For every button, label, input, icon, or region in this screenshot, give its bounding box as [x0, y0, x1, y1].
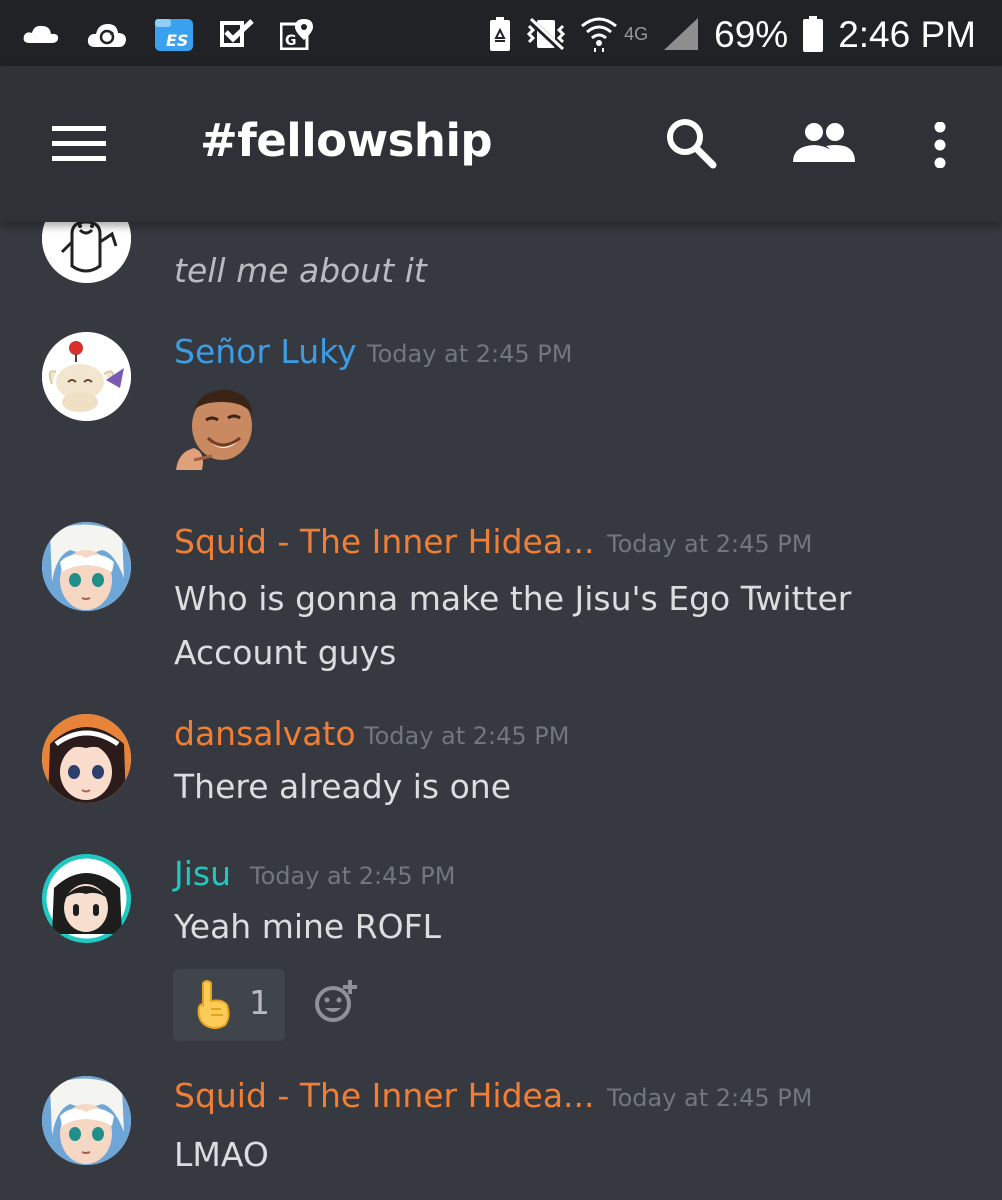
- avatar[interactable]: [42, 222, 131, 283]
- avatar[interactable]: [42, 522, 131, 611]
- message-author[interactable]: Squid - The Inner Hidea...: [174, 1076, 595, 1115]
- es-file-explorer-icon: ES: [154, 16, 194, 52]
- message-timestamp: Today at 2:45 PM: [364, 722, 570, 750]
- battery-saver-icon: [488, 16, 512, 52]
- battery-percent: 69%: [714, 13, 789, 55]
- members-icon[interactable]: [792, 122, 856, 168]
- message-timestamp: Today at 2:45 PM: [607, 530, 813, 558]
- channel-title: #fellowship: [200, 114, 493, 167]
- avatar[interactable]: [42, 714, 131, 803]
- pointing-up-hand-icon: [193, 979, 233, 1033]
- reaction-chip[interactable]: 1: [173, 969, 285, 1041]
- search-icon[interactable]: [664, 116, 718, 174]
- signal-icon: [662, 16, 700, 52]
- cloud-icon: [22, 23, 60, 45]
- system-status: 4G 69% 2:46 PM: [488, 10, 976, 58]
- battery-icon: [802, 15, 824, 53]
- message-author[interactable]: Squid - The Inner Hidea...: [174, 522, 595, 561]
- checkbox-icon: [220, 19, 254, 49]
- message-text: There already is one: [174, 767, 511, 806]
- vibrate-icon: [526, 16, 566, 52]
- sync-cloud-icon: [86, 19, 128, 49]
- wifi-icon: [580, 16, 618, 52]
- message-timestamp: Today at 2:45 PM: [367, 340, 573, 368]
- notification-icons: ES G: [22, 14, 314, 54]
- status-bar: ES G 4G 69% 2:46 PM: [0, 0, 1002, 66]
- message-author[interactable]: Jisu: [174, 854, 231, 893]
- message-text: tell me about it: [174, 251, 427, 290]
- maps-icon: G: [280, 18, 314, 50]
- svg-text:ES: ES: [166, 31, 188, 50]
- reaction-count: 1: [249, 983, 270, 1022]
- message-text: LMAO: [174, 1135, 269, 1174]
- svg-text:G: G: [285, 33, 297, 49]
- message-list[interactable]: tell me about it Señor Luky Today at 2:4…: [0, 222, 1002, 1200]
- overflow-menu-icon[interactable]: [930, 121, 950, 172]
- message-timestamp: Today at 2:45 PM: [250, 862, 456, 890]
- clock: 2:46 PM: [838, 13, 976, 55]
- avatar[interactable]: [42, 854, 131, 943]
- add-reaction-icon[interactable]: [313, 978, 359, 1024]
- message-author[interactable]: Señor Luky: [174, 332, 357, 371]
- hamburger-menu-icon[interactable]: [52, 124, 106, 168]
- message-text: Yeah mine ROFL: [174, 907, 441, 946]
- message-text: Who is gonna make the Jisu's Ego Twitter…: [174, 579, 852, 672]
- message-author[interactable]: dansalvato: [174, 714, 356, 753]
- network-type: 4G: [624, 24, 649, 44]
- laughing-man-emote[interactable]: [172, 382, 264, 474]
- avatar[interactable]: [42, 1076, 131, 1165]
- channel-toolbar: #fellowship: [0, 66, 1002, 222]
- avatar[interactable]: [42, 332, 131, 421]
- message-timestamp: Today at 2:45 PM: [607, 1084, 813, 1112]
